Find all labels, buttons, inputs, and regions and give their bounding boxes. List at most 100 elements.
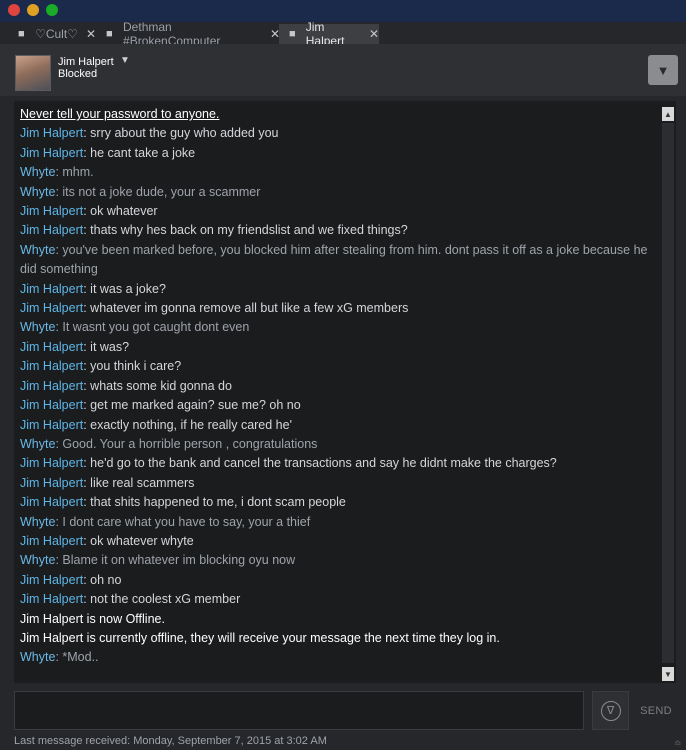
tab-jim-halpert[interactable]: ■ Jim Halpert ✕ [279,20,379,48]
close-icon[interactable]: ✕ [86,27,96,41]
message-sender[interactable]: Jim Halpert [20,359,83,373]
chat-menu-button[interactable]: ▼ [648,55,678,85]
title-bar [0,0,686,22]
message-sender[interactable]: Whyte [20,320,55,334]
chat-message: Whyte: Good. Your a horrible person , co… [20,435,650,454]
close-window-button[interactable] [8,4,20,16]
message-sender[interactable]: Jim Halpert [20,476,83,490]
chat-message: Jim Halpert: whats some kid gonna do [20,377,650,396]
message-sender[interactable]: Jim Halpert [20,495,83,509]
avatar[interactable] [15,55,51,91]
message-text: : he'd go to the bank and cancel the tra… [83,456,557,471]
contact-status: Blocked [58,68,98,80]
chat-message: Jim Halpert: exactly nothing, if he real… [20,416,650,435]
message-text: : oh no [83,572,122,587]
chat-message: Jim Halpert: srry about the guy who adde… [20,124,650,143]
send-button[interactable]: SEND [636,691,676,730]
close-icon[interactable]: ✕ [369,27,379,41]
tab-dethman[interactable]: ■ Dethman #BrokenComputer ✕ [96,20,280,48]
chat-message: Jim Halpert: ok whatever whyte [20,532,650,551]
message-sender[interactable]: Jim Halpert [20,126,83,140]
scroll-up-icon[interactable]: ▲ [662,107,674,121]
message-input[interactable] [14,691,584,730]
message-text: : ok whatever whyte [83,533,194,548]
message-sender[interactable]: Jim Halpert [20,573,83,587]
emoticon-button[interactable]: ∇ [592,691,629,730]
chat-bubble-icon: ■ [18,28,25,40]
tab-label: ♡Cult♡ [35,27,78,41]
message-text: : you think i care? [83,359,182,374]
message-sender[interactable]: Jim Halpert [20,223,83,237]
chat-message: Jim Halpert: ok whatever [20,202,650,221]
smiley-icon: ∇ [600,700,621,721]
message-sender[interactable]: Jim Halpert [20,379,83,393]
message-sender[interactable]: Jim Halpert [20,398,83,412]
chat-message: Jim Halpert: it was a joke? [20,280,650,299]
message-text: : It wasnt you got caught dont even [55,320,250,335]
message-sender[interactable]: Jim Halpert [20,282,83,296]
resize-grip-icon[interactable]: ≏ [674,738,684,748]
message-text: : srry about the guy who added you [83,126,279,141]
scroll-down-icon[interactable]: ▼ [662,667,674,681]
message-list: Never tell your password to anyone. Jim H… [20,105,650,668]
system-message: Jim Halpert is currently offline, they w… [20,630,500,645]
message-sender[interactable]: Jim Halpert [20,204,83,218]
tab-cult[interactable]: ■ ♡Cult♡ ✕ [8,24,96,44]
message-text: : whatever im gonna remove all but like … [83,301,409,316]
triangle-down-icon: ▼ [656,62,670,78]
contact-name[interactable]: Jim Halpert [58,56,114,68]
message-text: : *Mod.. [55,650,99,665]
chat-scrollbar[interactable]: ▲ ▼ [660,101,676,683]
chat-bubble-icon: ■ [106,28,113,40]
message-text: : whats some kid gonna do [83,378,232,393]
message-sender[interactable]: Jim Halpert [20,301,83,315]
maximize-window-button[interactable] [46,4,58,16]
chat-message: Jim Halpert: you think i care? [20,357,650,376]
message-text: : get me marked again? sue me? oh no [83,398,301,413]
message-text: : I dont care what you have to say, your… [55,514,311,529]
minimize-window-button[interactable] [27,4,39,16]
message-text: : Blame it on whatever im blocking oyu n… [55,553,296,568]
chat-message: Whyte: Blame it on whatever im blocking … [20,551,650,570]
chat-message: Whyte: its not a joke dude, your a scamm… [20,183,650,202]
message-text: : not the coolest xG member [83,592,241,607]
chat-message: Jim Halpert: like real scammers [20,474,650,493]
message-sender[interactable]: Whyte [20,165,55,179]
message-sender[interactable]: Jim Halpert [20,534,83,548]
chat-message: Whyte: you've been marked before, you bl… [20,241,650,280]
message-text: : mhm. [55,165,94,180]
message-sender[interactable]: Jim Halpert [20,418,83,432]
message-text: : he cant take a joke [83,145,196,160]
message-sender[interactable]: Jim Halpert [20,456,83,470]
chat-message: Jim Halpert: that shits happened to me, … [20,493,650,512]
chat-bubble-icon: ■ [289,28,296,40]
tab-bar: ■ ♡Cult♡ ✕ ■ Dethman #BrokenComputer ✕ ■… [0,20,686,48]
message-sender[interactable]: Jim Halpert [20,592,83,606]
message-sender[interactable]: Whyte [20,515,55,529]
message-sender[interactable]: Whyte [20,185,55,199]
chat-message: Jim Halpert: he'd go to the bank and can… [20,454,650,473]
message-text: : its not a joke dude, your a scammer [55,184,261,199]
contact-header: Jim Halpert ▼ Blocked ▼ [0,44,686,96]
chat-log[interactable]: Never tell your password to anyone. Jim H… [14,101,660,683]
caret-down-icon[interactable]: ▼ [120,55,130,66]
message-sender[interactable]: Jim Halpert [20,146,83,160]
message-text: : you've been marked before, you blocked… [20,242,648,277]
message-sender[interactable]: Whyte [20,650,55,664]
system-message: Jim Halpert is now Offline. [20,611,165,626]
chat-message: Whyte: *Mod.. [20,648,650,667]
message-sender[interactable]: Whyte [20,437,55,451]
chat-message: Jim Halpert: it was? [20,338,650,357]
message-sender[interactable]: Whyte [20,553,55,567]
security-notice: Never tell your password to anyone. [20,107,220,121]
message-text: : exactly nothing, if he really cared he… [83,417,292,432]
message-sender[interactable]: Jim Halpert [20,340,83,354]
chat-window: ■ ♡Cult♡ ✕ ■ Dethman #BrokenComputer ✕ ■… [0,0,686,750]
chat-message: Whyte: It wasnt you got caught dont even [20,318,650,337]
message-text: : ok whatever [83,204,158,219]
message-text: : it was a joke? [83,281,166,296]
chat-message: Jim Halpert: get me marked again? sue me… [20,396,650,415]
message-sender[interactable]: Whyte [20,243,55,257]
scroll-track[interactable] [662,123,674,663]
message-text: : like real scammers [83,475,195,490]
